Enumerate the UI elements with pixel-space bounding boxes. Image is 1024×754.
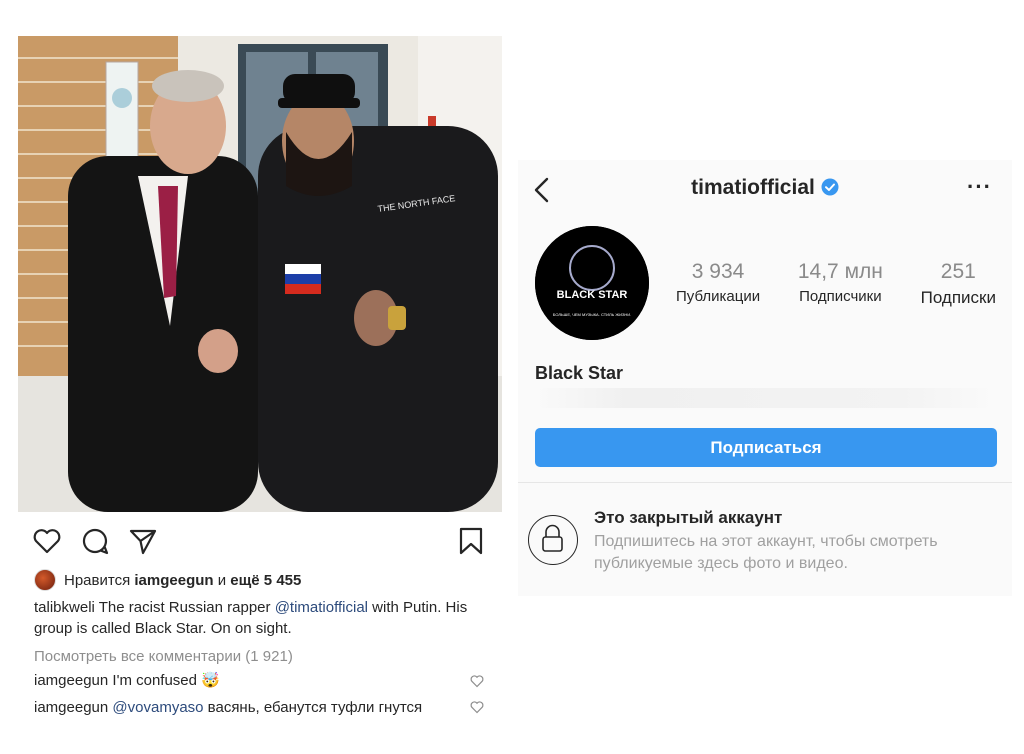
caption-text-before: The racist Russian rapper xyxy=(98,599,271,616)
private-account-badge xyxy=(528,515,578,565)
follow-button[interactable]: Подписаться xyxy=(535,428,997,467)
private-account-title: Это закрытый аккаунт xyxy=(594,508,783,527)
share-icon[interactable] xyxy=(128,526,158,556)
caption-user[interactable]: talibkweli xyxy=(34,599,95,616)
stat-value: 14,7 млн xyxy=(797,260,883,283)
likes-user[interactable]: iamgeegun xyxy=(134,572,213,589)
stat-value: 3 934 xyxy=(691,260,745,283)
likes-count[interactable]: ещё 5 455 xyxy=(230,572,301,589)
flag-stripe-white xyxy=(285,264,321,274)
comment-row: iamgeegun @vovamyaso васянь, ебанутся ту… xyxy=(34,697,494,718)
private-account-text: Подпишитесь на этот аккаунт, чтобы смотр… xyxy=(594,533,938,572)
stat-label: Подписчики xyxy=(799,288,882,305)
profile-bio-blurred xyxy=(535,388,995,408)
likes-prefix: Нравится xyxy=(64,571,131,589)
comment-row: iamgeegun I'm confused 🤯 xyxy=(34,670,494,691)
comment-user[interactable]: iamgeegun xyxy=(34,672,108,689)
comment-emoji: 🤯 xyxy=(201,672,220,689)
comment-like-heart-icon[interactable] xyxy=(470,674,484,688)
heart-icon[interactable] xyxy=(32,526,62,556)
comment-like-heart-icon[interactable] xyxy=(470,700,484,714)
username-text: timatiofficial xyxy=(691,176,815,199)
post-actions-bar xyxy=(18,512,502,570)
stat-label: Подписки xyxy=(920,288,996,307)
screenshot-collage: THE NORTH FACE Нравится iamgeegun и ещё … xyxy=(0,0,1024,754)
comment-icon[interactable] xyxy=(80,526,110,556)
divider xyxy=(518,482,1012,483)
stat-followers[interactable]: 14,7 млн Подписчики xyxy=(798,260,883,308)
avatar-brand-text: BLACK STAR xyxy=(557,289,628,301)
avatar xyxy=(34,569,56,591)
stat-label: Публикации xyxy=(676,288,761,305)
profile-display-name: Black Star xyxy=(535,363,624,383)
avatar-tagline-text: БОЛЬШЕ, ЧЕМ МУЗЫКА. СТИЛЬ ЖИЗНИ. xyxy=(553,312,632,317)
profile-username: timatiofficial xyxy=(518,176,1012,200)
view-all-comments-link[interactable]: Посмотреть все комментарии (1 921) xyxy=(34,646,494,667)
bookmark-icon[interactable] xyxy=(456,526,486,556)
comment-text: васянь, ебанутся туфли гнутся xyxy=(207,699,423,716)
profile-stats: 3 934 Публикации 14,7 млн Подписчики 251… xyxy=(676,260,996,308)
instagram-post: THE NORTH FACE Нравится iamgeegun и ещё … xyxy=(18,36,502,740)
stat-posts[interactable]: 3 934 Публикации xyxy=(676,260,760,308)
lock-icon xyxy=(542,524,563,552)
verified-badge-icon xyxy=(821,178,839,196)
comment-text: I'm confused xyxy=(112,672,197,689)
post-caption: talibkweli The racist Russian rapper @ti… xyxy=(34,597,494,639)
profile-header: timatiofficial ··· xyxy=(518,160,1012,218)
caption-mention[interactable]: @timatiofficial xyxy=(275,599,368,616)
post-photo[interactable]: THE NORTH FACE xyxy=(18,36,502,512)
comment-user[interactable]: iamgeegun xyxy=(34,699,108,716)
instagram-profile: timatiofficial ··· BLACK STAR БОЛЬШЕ, ЧЕ… xyxy=(518,160,1012,596)
comment-mention[interactable]: @vovamyaso xyxy=(112,699,203,716)
profile-avatar[interactable]: BLACK STAR БОЛЬШЕ, ЧЕМ МУЗЫКА. СТИЛЬ ЖИЗ… xyxy=(535,226,649,340)
flag-stripe-blue xyxy=(285,274,321,284)
likes-joiner: и xyxy=(217,571,227,589)
stat-following[interactable]: 251 Подписки xyxy=(921,260,996,308)
stat-value: 251 xyxy=(940,260,976,283)
more-options-icon[interactable]: ··· xyxy=(967,176,992,198)
likes-summary[interactable]: Нравится iamgeegun и ещё 5 455 xyxy=(34,568,301,592)
flag-stripe-red xyxy=(285,284,321,294)
